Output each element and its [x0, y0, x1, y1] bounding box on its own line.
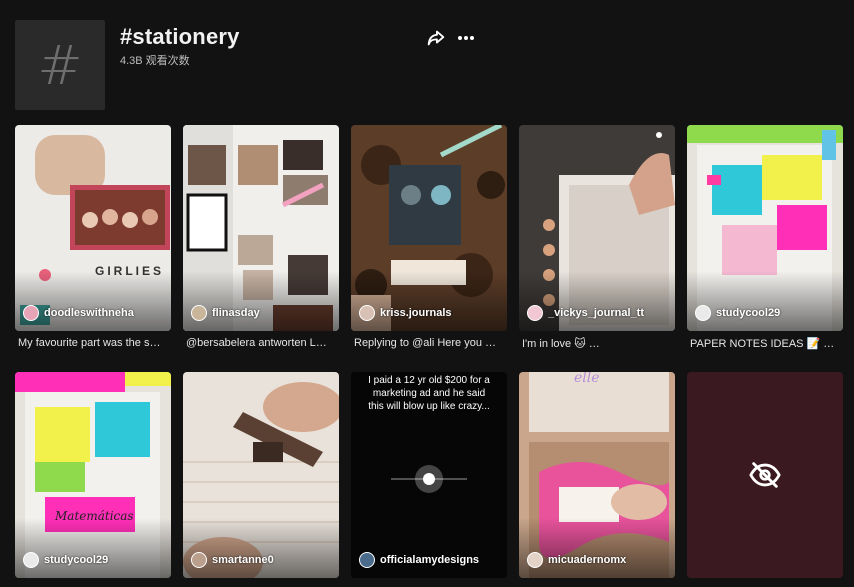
video-author[interactable]: studycool29	[23, 552, 108, 568]
author-name: smartanne0	[212, 554, 274, 566]
thumbnail-shade	[183, 271, 339, 331]
video-author[interactable]: _vickys_journal_tt	[527, 305, 644, 321]
video-author[interactable]: smartanne0	[191, 552, 274, 568]
video-caption[interactable]: I'm in love 🐱 …	[522, 337, 678, 350]
video-card[interactable]: I paid a 12 yr old $200 for a marketing …	[351, 372, 507, 578]
hidden-video-card[interactable]	[687, 372, 843, 578]
thumbnail-shade	[15, 271, 171, 331]
video-author[interactable]: studycool29	[695, 305, 780, 321]
video-author[interactable]: officialamydesigns	[359, 552, 479, 568]
video-author[interactable]: flinasday	[191, 305, 260, 321]
overlay-text: I paid a 12 yr old $200 for a marketing …	[368, 375, 490, 412]
video-card[interactable]: _vickys_journal_tt	[519, 125, 675, 331]
avatar	[23, 305, 39, 321]
video-caption[interactable]: @bersabelera antworten L…	[186, 337, 342, 349]
share-arrow-icon	[427, 30, 445, 46]
video-card[interactable]: flinasday	[183, 125, 339, 331]
author-name: studycool29	[44, 554, 109, 566]
author-name: flinasday	[212, 307, 260, 319]
avatar	[359, 305, 375, 321]
author-name: micuadernomx	[548, 554, 627, 566]
author-name: kriss.journals	[380, 307, 452, 319]
thumbnail-shade	[15, 518, 171, 578]
thumbnail-shade	[687, 271, 843, 331]
author-name: studycool29	[716, 307, 781, 319]
svg-text:elle: elle	[574, 372, 600, 386]
video-card[interactable]: Matemáticas studycool29	[15, 372, 171, 578]
hashtag-avatar: #	[15, 20, 105, 110]
video-author[interactable]: doodleswithneha	[23, 305, 134, 321]
thumbnail-shade	[519, 271, 675, 331]
video-author[interactable]: micuadernomx	[527, 552, 626, 568]
avatar	[527, 305, 543, 321]
avatar	[359, 552, 375, 568]
more-options-button[interactable]	[455, 27, 477, 49]
avatar	[191, 552, 207, 568]
share-button[interactable]	[425, 27, 447, 49]
author-name: doodleswithneha	[44, 307, 134, 319]
author-name: officialamydesigns	[380, 554, 480, 566]
video-card[interactable]: kriss.journals	[351, 125, 507, 331]
avatar	[695, 305, 711, 321]
video-card[interactable]: elle micuadernomx	[519, 372, 675, 578]
video-author[interactable]: kriss.journals	[359, 305, 452, 321]
video-caption[interactable]: My favourite part was the s…	[18, 337, 174, 349]
video-card[interactable]: GIRLIES doodleswithneha	[15, 125, 171, 331]
avatar	[23, 552, 39, 568]
thumbnail-shade	[519, 518, 675, 578]
more-dots-icon	[458, 36, 474, 40]
avatar	[191, 305, 207, 321]
avatar	[527, 552, 543, 568]
video-caption[interactable]: Replying to @ali Here you …	[354, 337, 510, 349]
hashtag-symbol-icon: #	[37, 33, 83, 97]
thumbnail-shade	[351, 271, 507, 331]
hashtag-header: # #stationery 4.3B 观看次数	[15, 20, 854, 110]
author-name: _vickys_journal_tt	[548, 307, 644, 319]
video-card[interactable]: smartanne0	[183, 372, 339, 578]
video-card[interactable]: studycool29	[687, 125, 843, 331]
video-caption[interactable]: PAPER NOTES IDEAS 📝 …	[690, 337, 846, 350]
eye-off-icon	[749, 462, 781, 488]
hashtag-title: #stationery	[120, 24, 240, 49]
view-count: 4.3B 观看次数	[120, 55, 190, 67]
thumbnail-shade	[183, 518, 339, 578]
